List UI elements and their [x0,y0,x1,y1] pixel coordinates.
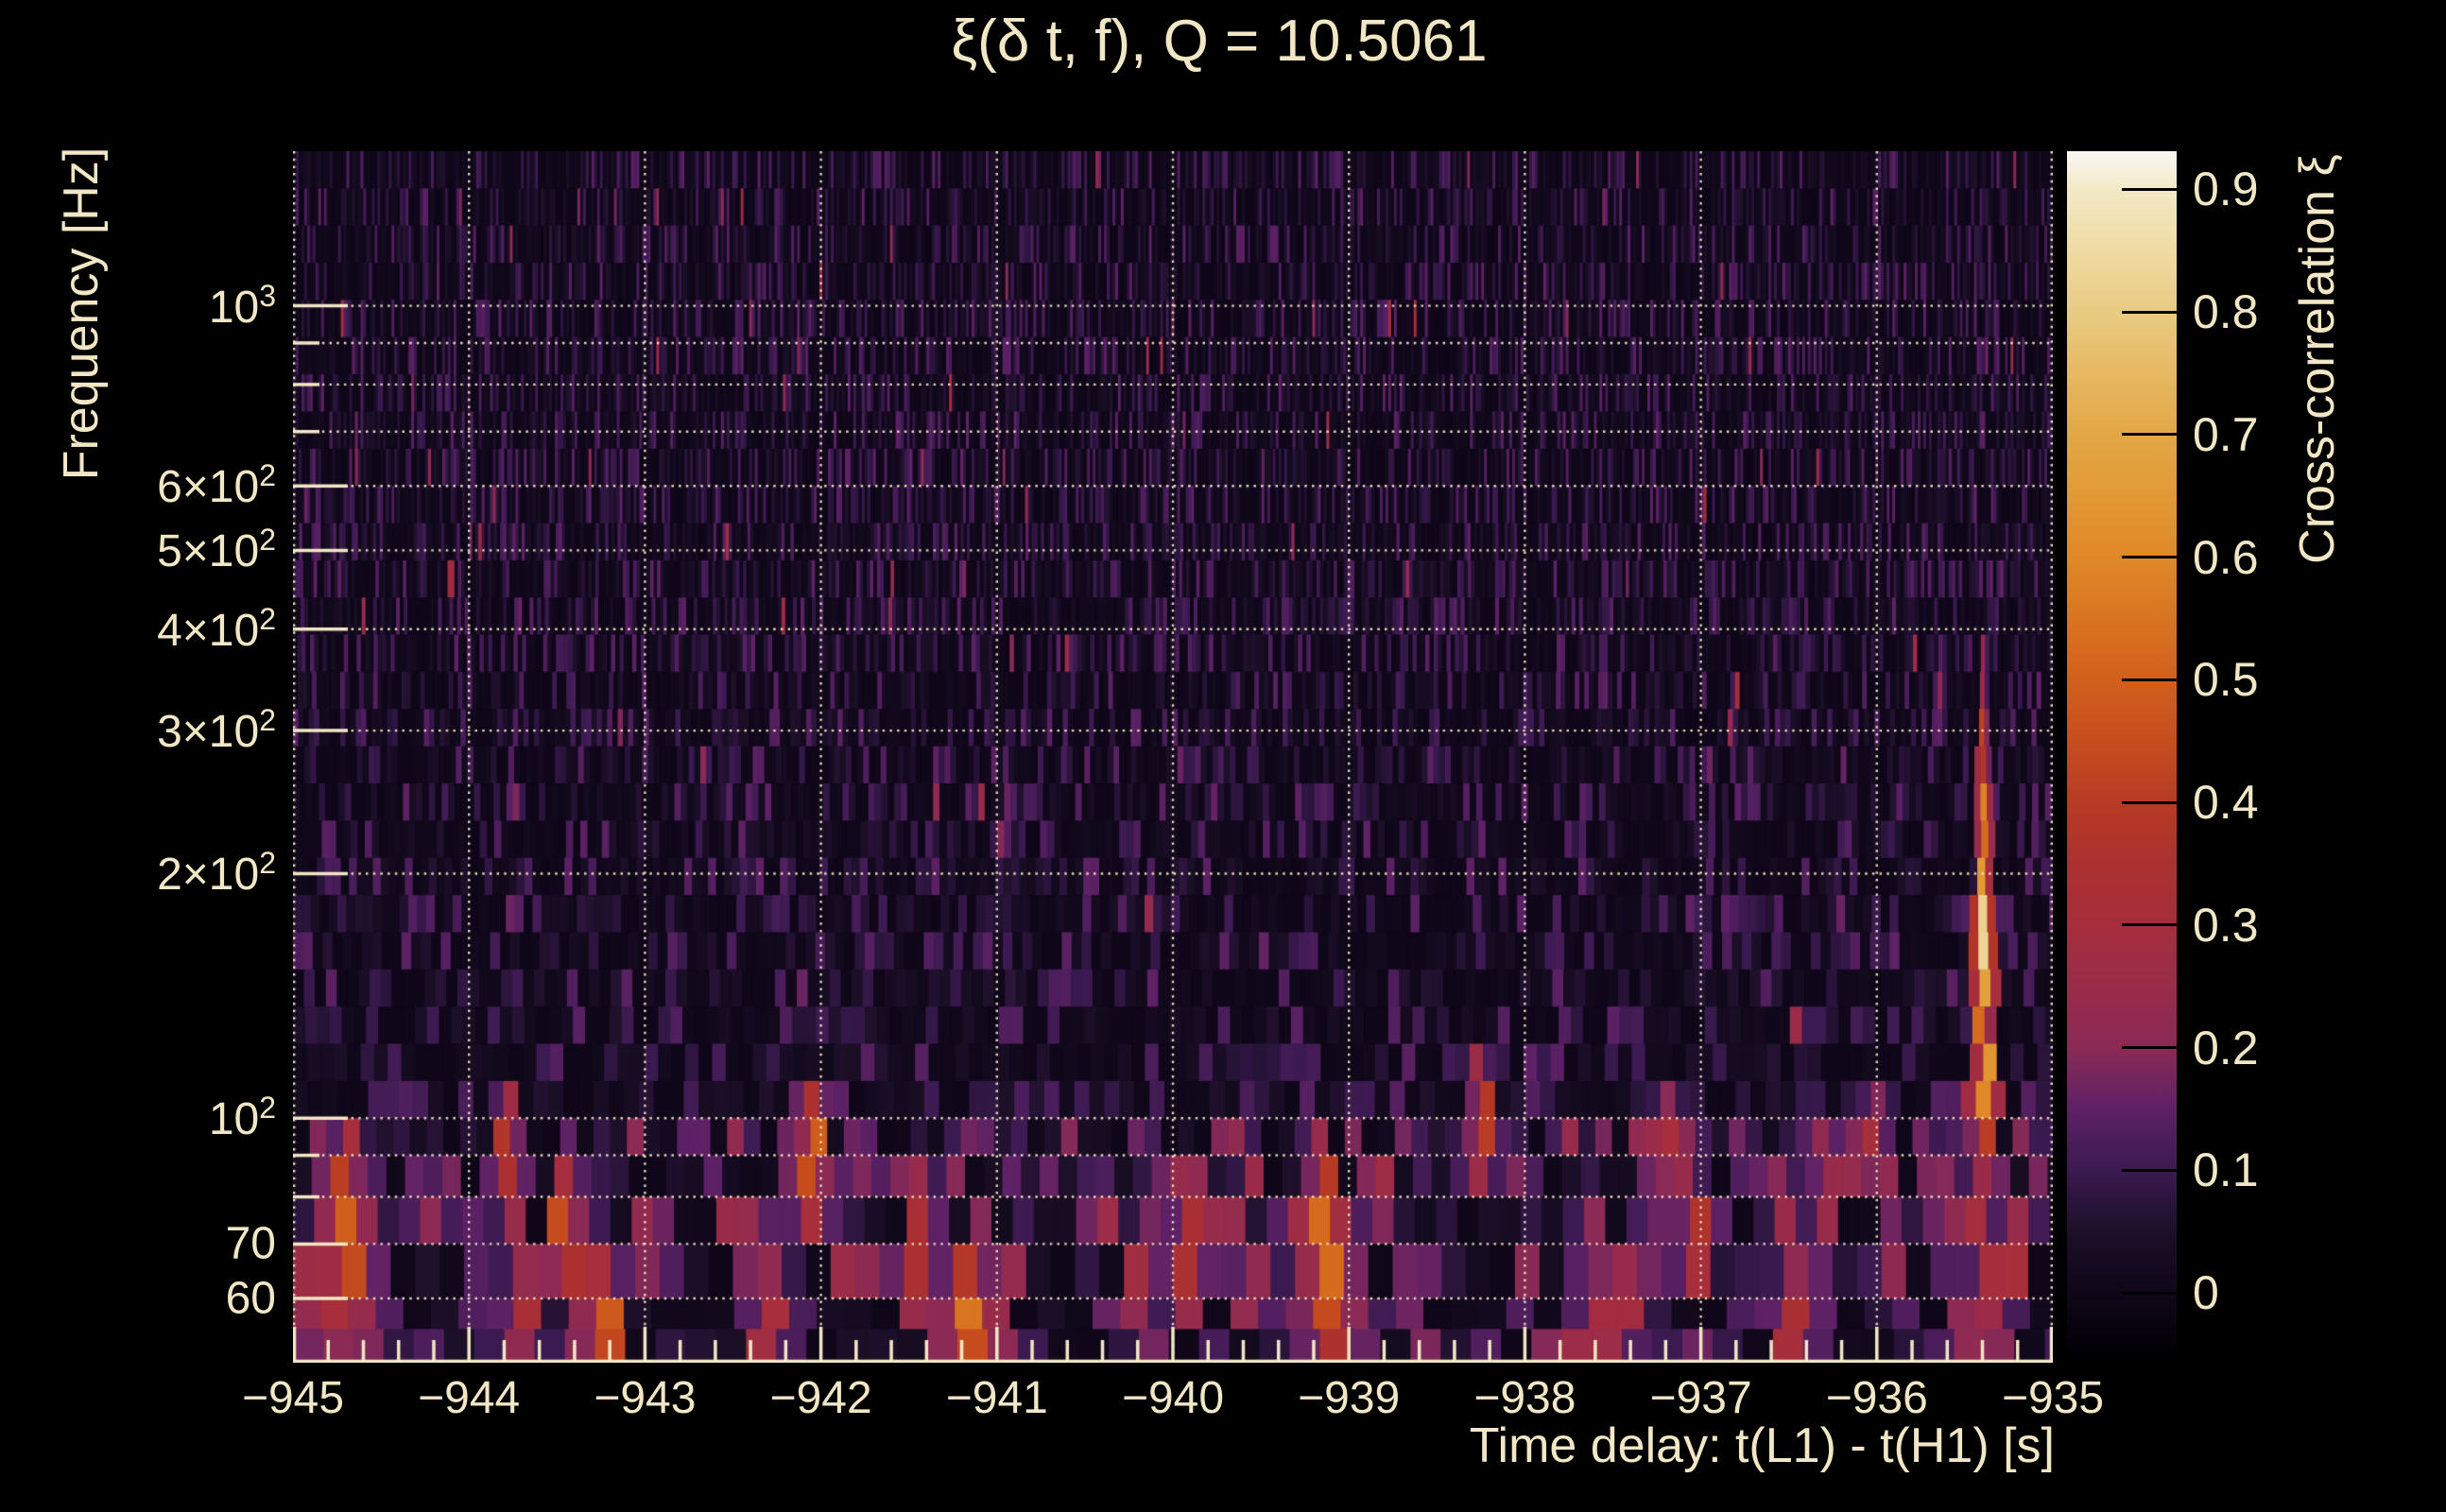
colorbar-tick [2122,1046,2177,1050]
y-tick-label: 102 [208,1091,276,1145]
spectrogram-page: ξ(δ t, f), Q = 10.5061 Frequency [Hz] 10… [0,0,2446,1512]
page-title: ξ(δ t, f), Q = 10.5061 [951,9,1488,74]
colorbar-gradient [2067,151,2177,1358]
colorbar-tick-label: 0.7 [2193,407,2259,461]
colorbar-tick-label: 0.3 [2193,898,2259,952]
x-tick-label: −939 [1298,1373,1401,1423]
y-tick-label: 4×102 [157,601,276,656]
colorbar-tick-label: 0.5 [2193,653,2259,707]
y-axis-title: Frequency [Hz] [54,146,109,481]
colorbar-tick [2122,187,2177,191]
colorbar-tick-label: 0.8 [2193,285,2259,338]
y-tick-label: 3×102 [157,703,276,758]
x-tick-label: −935 [2001,1373,2105,1423]
colorbar-tick-label: 0.6 [2193,530,2259,584]
colorbar-tick [2122,678,2177,681]
x-tick-label: −943 [594,1373,697,1423]
colorbar-title: Cross-correlation ξ [2290,154,2345,564]
y-tick-label: 6×102 [157,458,276,513]
x-tick-label: −941 [945,1373,1048,1423]
colorbar-tick [2122,800,2177,804]
heatmap-canvas [293,151,2053,1363]
y-tick-label: 2×102 [157,846,276,901]
colorbar-tick [2122,556,2177,559]
x-tick-label: −937 [1649,1373,1752,1423]
colorbar-tick [2122,1291,2177,1295]
x-axis-title: Time delay: t(L1) - t(H1) [s] [1469,1418,2055,1473]
y-tick-label: 60 [225,1273,276,1324]
y-tick-label: 5×102 [157,523,276,577]
colorbar-tick-label: 0.2 [2193,1021,2259,1074]
x-tick-label: −942 [769,1373,872,1423]
x-tick-label: −944 [418,1373,521,1423]
x-tick-label: −938 [1473,1373,1576,1423]
y-tick-label: 103 [208,278,276,333]
x-tick-label: −940 [1121,1373,1225,1423]
x-tick-label: −945 [241,1373,345,1423]
colorbar-tick-label: 0 [2193,1266,2219,1320]
y-tick-label: 70 [225,1218,276,1269]
colorbar-tick [2122,923,2177,927]
colorbar-tick-label: 0.1 [2193,1143,2259,1197]
colorbar-tick-label: 0.4 [2193,776,2259,830]
colorbar-tick [2122,433,2177,437]
x-tick-label: −936 [1825,1373,1928,1423]
colorbar-tick [2122,1168,2177,1172]
colorbar-tick-label: 0.9 [2193,163,2259,216]
colorbar-tick [2122,310,2177,314]
